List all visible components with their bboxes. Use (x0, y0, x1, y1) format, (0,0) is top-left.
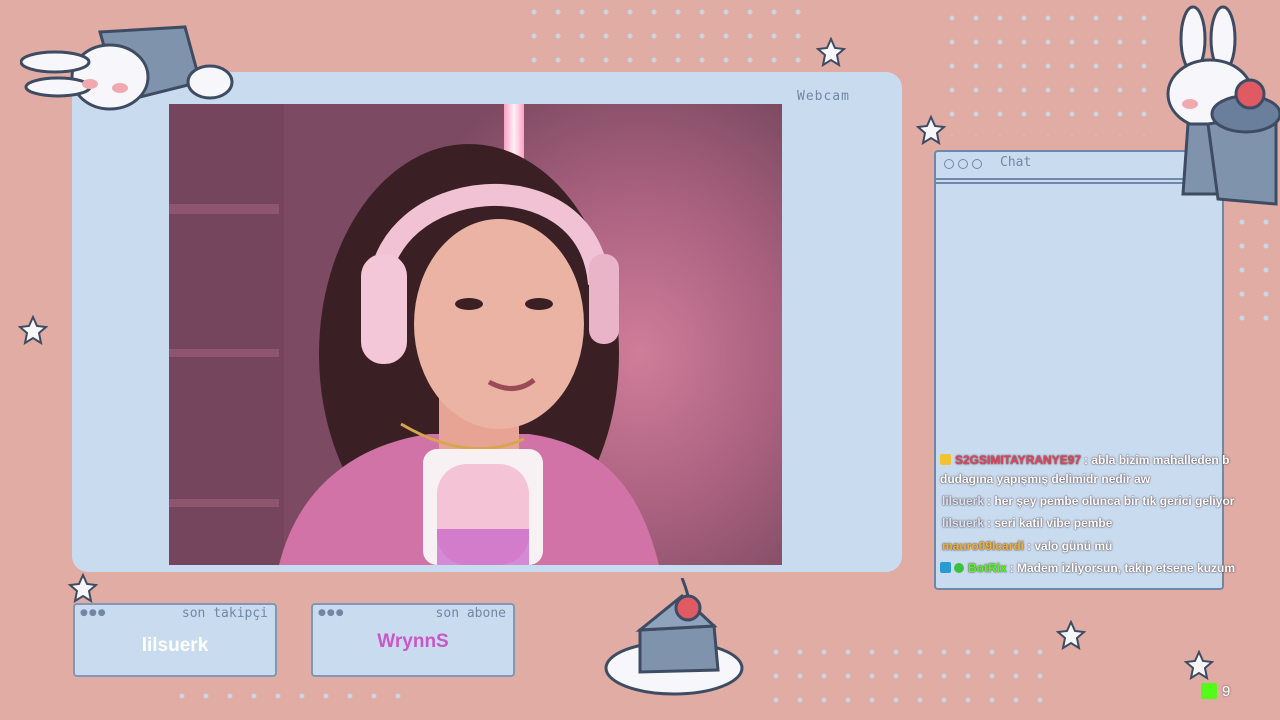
chat-message-continuation: dudagına yapışmış delimidr nedir aw (940, 472, 1150, 486)
star-icon (816, 37, 846, 67)
chat-text: : valo günü mü (1027, 539, 1113, 553)
chat-text: dudagına yapışmış delimidr nedir aw (940, 472, 1151, 486)
card-dots-icon: ●●● (80, 608, 107, 618)
webcam-label: Webcam (797, 89, 850, 104)
chat-username[interactable]: S2GSIMITAYRANYE97 (955, 453, 1081, 467)
window-dot-icon (944, 159, 954, 169)
viewer-counter: 9 (1201, 681, 1230, 701)
chat-username[interactable]: BotRix (968, 561, 1007, 575)
chat-username[interactable]: mauro09Icardi (942, 539, 1024, 553)
chat-message: mauro09Icardi: valo günü mü (942, 539, 1112, 553)
chat-text: : abla bizim mahalleden b (1084, 453, 1230, 467)
cake-icon (604, 578, 744, 696)
viewer-count: 9 (1222, 682, 1231, 700)
dots-pattern-bottom (764, 640, 1044, 720)
last-follower-name: lilsuerk (141, 635, 209, 656)
crown-badge-icon (940, 454, 951, 465)
last-follower-title: son takipçi (181, 606, 268, 621)
last-follower-card: ●●● son takipçi lilsuerk (73, 603, 277, 677)
verified-badge-icon (954, 563, 964, 573)
chat-message: lilsuerk: seri katil vibe pembe (942, 516, 1112, 530)
star-icon (1184, 650, 1214, 680)
chat-title: Chat (1000, 155, 1032, 170)
kick-logo-icon (1201, 683, 1217, 699)
star-icon (916, 115, 946, 145)
window-dot-icon (972, 159, 982, 169)
last-sub-name: WrynnS (377, 631, 449, 652)
star-icon (68, 573, 98, 603)
card-dots-icon: ●●● (318, 608, 345, 618)
bunny-cupcake-icon (1166, 5, 1280, 206)
chat-message: S2GSIMITAYRANYE97: abla bizim mahalleden… (940, 453, 1229, 467)
chat-text: : her şey pembe olunca bir tık gerici ge… (987, 494, 1235, 508)
webcam-video (169, 104, 782, 565)
dots-pattern-top (522, 0, 802, 70)
chat-message: lilsuerk: her şey pembe olunca bir tık g… (942, 494, 1234, 508)
dots-pattern-right (1230, 210, 1280, 330)
chat-message: BotRix: Madem izliyorsun, takip etsene k… (940, 561, 1235, 575)
dots-pattern-right-top (940, 6, 1160, 136)
sleeping-bunny-icon (20, 25, 234, 111)
chat-text: : seri katil vibe pembe (987, 516, 1113, 530)
chat-text: : Madem izliyorsun, takip etsene kuzum (1009, 561, 1236, 575)
last-sub-title: son abone (435, 606, 506, 621)
window-dot-icon (958, 159, 968, 169)
chat-username[interactable]: lilsuerk (942, 516, 984, 530)
last-sub-card: ●●● son abone WrynnS (311, 603, 515, 677)
star-icon (1056, 620, 1086, 650)
dots-pattern-bottom-left (170, 684, 410, 714)
bot-badge-icon (940, 562, 951, 573)
star-icon (18, 315, 48, 345)
chat-username[interactable]: lilsuerk (942, 494, 984, 508)
webcam-scene (169, 104, 659, 565)
